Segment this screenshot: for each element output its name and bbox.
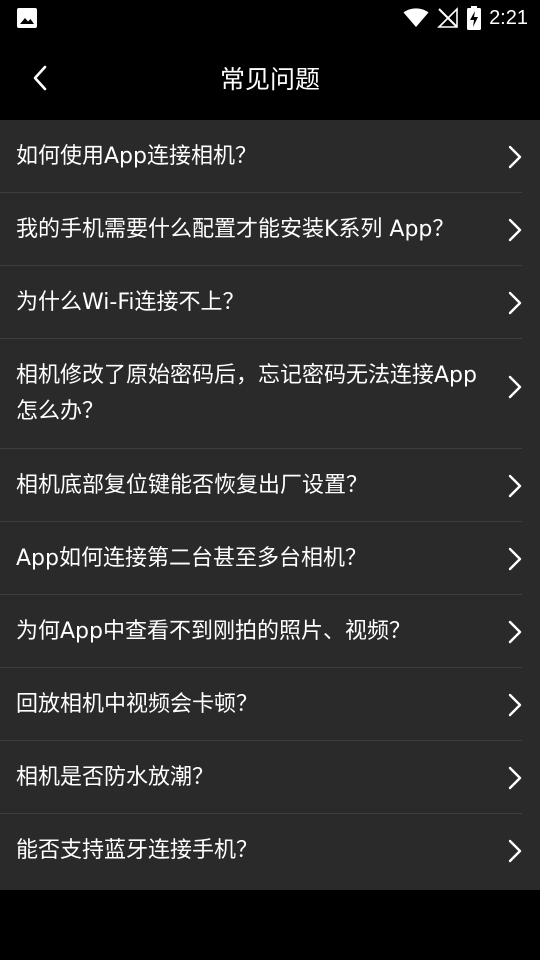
faq-item[interactable]: 相机修改了原始密码后，忘记密码无法连接App怎么办？ <box>0 339 540 449</box>
status-time: 2:21 <box>489 6 528 29</box>
chevron-right-icon <box>508 474 522 497</box>
faq-item-label: 回放相机中视频会卡顿？ <box>16 691 259 717</box>
faq-item[interactable]: 为什么Wi-Fi连接不上？ <box>0 266 540 339</box>
chevron-right-icon <box>508 693 522 716</box>
chevron-right-icon <box>508 766 522 789</box>
wifi-icon <box>403 8 429 27</box>
faq-item-label: 相机底部复位键能否恢复出厂设置？ <box>16 472 369 498</box>
battery-charging-icon <box>467 6 482 30</box>
chevron-right-icon <box>508 839 522 862</box>
chevron-right-icon <box>508 218 522 241</box>
chevron-right-icon <box>508 375 522 399</box>
faq-item-label: 如何使用App连接相机？ <box>16 143 257 169</box>
faq-item-label: 我的手机需要什么配置才能安装K系列 App？ <box>16 216 455 242</box>
faq-item[interactable]: 我的手机需要什么配置才能安装K系列 App？ <box>0 193 540 266</box>
app-bar: 常见问题 <box>0 36 540 120</box>
back-arrow-icon <box>33 65 47 91</box>
back-button[interactable] <box>22 60 58 96</box>
status-bar: 2:21 <box>0 0 540 36</box>
faq-item-label: 相机修改了原始密码后，忘记密码无法连接App怎么办？ <box>16 363 477 424</box>
chevron-right-icon <box>508 291 522 314</box>
faq-item[interactable]: 如何使用App连接相机？ <box>0 120 540 193</box>
status-icons: 2:21 <box>403 0 528 36</box>
signal-off-icon <box>437 7 458 28</box>
faq-item[interactable]: 相机是否防水放潮？ <box>0 741 540 814</box>
faq-item[interactable]: 能否支持蓝牙连接手机？ <box>0 814 540 887</box>
faq-item[interactable]: 为何App中查看不到刚拍的照片、视频？ <box>0 595 540 668</box>
image-icon <box>17 8 37 28</box>
faq-item-label: 为何App中查看不到刚拍的照片、视频？ <box>16 618 411 644</box>
faq-item-label: 相机是否防水放潮？ <box>16 764 215 790</box>
faq-item[interactable]: App如何连接第二台甚至多台相机？ <box>0 522 540 595</box>
faq-list: 如何使用App连接相机？ 我的手机需要什么配置才能安装K系列 App？ 为什么W… <box>0 120 540 890</box>
chevron-right-icon <box>508 620 522 643</box>
faq-item[interactable]: 相机底部复位键能否恢复出厂设置？ <box>0 449 540 522</box>
faq-item[interactable]: 回放相机中视频会卡顿？ <box>0 668 540 741</box>
page-title: 常见问题 <box>219 65 320 94</box>
chevron-right-icon <box>508 547 522 570</box>
chevron-right-icon <box>508 145 522 168</box>
faq-item-label: 能否支持蓝牙连接手机？ <box>16 837 259 863</box>
faq-item-label: App如何连接第二台甚至多台相机？ <box>16 545 367 571</box>
faq-item-label: 为什么Wi-Fi连接不上？ <box>16 289 245 315</box>
